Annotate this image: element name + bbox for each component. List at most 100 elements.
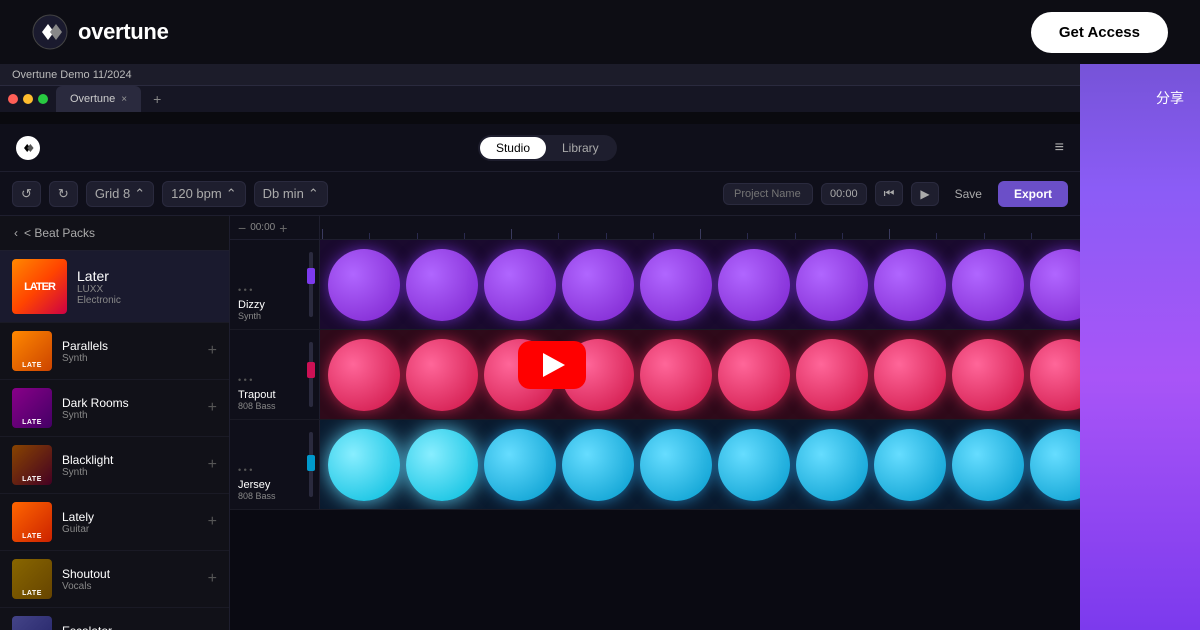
grid-button[interactable]: Grid 8 ⌃ xyxy=(86,181,154,207)
pad[interactable] xyxy=(1030,249,1080,321)
menu-button[interactable]: ≡ xyxy=(1055,139,1064,157)
featured-beat-info: Later LUXX Electronic xyxy=(77,268,217,306)
bpm-arrow: ⌃ xyxy=(226,186,237,202)
pads-container-cyan xyxy=(320,420,1080,509)
pad[interactable] xyxy=(484,249,556,321)
track-fader-dizzy[interactable] xyxy=(309,252,313,317)
list-item[interactable]: LATE Escalator 808 Bass + xyxy=(0,608,229,630)
maximize-dot[interactable] xyxy=(38,94,48,104)
track-fader-jersey[interactable] xyxy=(309,432,313,497)
add-beat-button[interactable]: + xyxy=(208,456,217,474)
logo-text: overtune xyxy=(78,19,169,45)
beat-name: Parallels xyxy=(62,339,198,353)
undo-button[interactable]: ↺ xyxy=(12,181,41,207)
plus-button[interactable]: + xyxy=(279,220,287,236)
beat-name: Blacklight xyxy=(62,453,198,467)
add-beat-button[interactable]: + xyxy=(208,513,217,531)
list-item[interactable]: LATE Parallels Synth + xyxy=(0,323,229,380)
pad[interactable] xyxy=(874,429,946,501)
beat-genre: Vocals xyxy=(62,581,198,592)
track-name-dizzy: Dizzy xyxy=(238,299,311,311)
pad[interactable] xyxy=(640,249,712,321)
list-item[interactable]: LATE Dark Rooms Synth + xyxy=(0,380,229,437)
track-type-dizzy: Synth xyxy=(238,311,311,321)
pad[interactable] xyxy=(952,339,1024,411)
pad[interactable] xyxy=(484,429,556,501)
tick xyxy=(936,233,983,239)
studio-tab[interactable]: Studio xyxy=(480,137,546,159)
pad[interactable] xyxy=(406,429,478,501)
beat-name: Lately xyxy=(62,510,198,524)
play-triangle-icon xyxy=(543,353,565,377)
logo-area: overtune xyxy=(32,14,169,50)
add-beat-button[interactable]: + xyxy=(208,399,217,417)
track-fader-trapout[interactable] xyxy=(309,342,313,407)
library-tab[interactable]: Library xyxy=(546,137,615,159)
export-button[interactable]: Export xyxy=(998,181,1068,207)
key-button[interactable]: Db min ⌃ xyxy=(254,181,328,207)
youtube-play-button[interactable] xyxy=(518,341,586,389)
pad[interactable] xyxy=(640,429,712,501)
close-dot[interactable] xyxy=(8,94,18,104)
minus-button[interactable]: − xyxy=(238,220,246,236)
pad[interactable] xyxy=(796,249,868,321)
pad[interactable] xyxy=(718,429,790,501)
pad[interactable] xyxy=(718,249,790,321)
project-name-input[interactable] xyxy=(723,183,813,205)
pad[interactable] xyxy=(406,249,478,321)
beat-genre: Synth xyxy=(62,410,198,421)
pad[interactable] xyxy=(952,249,1024,321)
pad[interactable] xyxy=(874,249,946,321)
beat-thumb: LATE xyxy=(12,502,52,542)
new-tab-button[interactable]: + xyxy=(149,91,165,107)
navbar: overtune Get Access xyxy=(0,0,1200,64)
list-item[interactable]: LATE Shoutout Vocals + xyxy=(0,551,229,608)
app-logo-icon xyxy=(16,136,40,160)
beat-packs-label: < Beat Packs xyxy=(24,226,95,240)
add-beat-button[interactable]: + xyxy=(208,570,217,588)
list-item[interactable]: LATE Lately Guitar + xyxy=(0,494,229,551)
pad[interactable] xyxy=(796,429,868,501)
redo-button[interactable]: ↻ xyxy=(49,181,78,207)
track-name-jersey: Jersey xyxy=(238,479,311,491)
pad[interactable] xyxy=(562,429,634,501)
pad[interactable] xyxy=(1030,429,1080,501)
fader-handle[interactable] xyxy=(307,268,315,284)
play-button[interactable]: ▶ xyxy=(911,182,938,206)
tick xyxy=(653,233,700,239)
app-header: Studio Library ≡ xyxy=(0,124,1080,172)
rewind-button[interactable]: ⏮ xyxy=(875,181,904,206)
tab-close-button[interactable]: × xyxy=(121,94,127,105)
traffic-lights xyxy=(8,94,48,104)
pad[interactable] xyxy=(718,339,790,411)
pad[interactable] xyxy=(328,339,400,411)
pad[interactable] xyxy=(328,249,400,321)
pad[interactable] xyxy=(328,429,400,501)
list-item[interactable]: LATE Blacklight Synth + xyxy=(0,437,229,494)
pad[interactable] xyxy=(796,339,868,411)
studio-library-toggle: Studio Library xyxy=(478,135,617,161)
grid-label: Grid 8 xyxy=(95,186,130,201)
browser-bar: Overtune Demo 11/2024 xyxy=(0,64,1080,86)
track-options-icon: • • • xyxy=(238,375,311,385)
get-access-button[interactable]: Get Access xyxy=(1031,12,1168,53)
browser-tab[interactable]: Overtune × xyxy=(56,86,141,112)
pad[interactable] xyxy=(640,339,712,411)
track-lane-trapout xyxy=(320,330,1080,420)
bpm-button[interactable]: 120 bpm ⌃ xyxy=(162,181,246,207)
pad[interactable] xyxy=(406,339,478,411)
fader-handle[interactable] xyxy=(307,362,315,378)
beat-packs-header[interactable]: ‹ < Beat Packs xyxy=(0,216,229,251)
pad[interactable] xyxy=(562,249,634,321)
pad[interactable] xyxy=(874,339,946,411)
pad[interactable] xyxy=(952,429,1024,501)
main-content: ‹ < Beat Packs LATER Later LUXX Electron… xyxy=(0,216,1080,630)
featured-beat-item[interactable]: LATER Later LUXX Electronic xyxy=(0,251,229,323)
minimize-dot[interactable] xyxy=(23,94,33,104)
track-options-icon: • • • xyxy=(238,285,311,295)
bpm-label: 120 bpm xyxy=(171,186,222,201)
add-beat-button[interactable]: + xyxy=(208,342,217,360)
save-button[interactable]: Save xyxy=(947,183,990,205)
pad[interactable] xyxy=(1030,339,1080,411)
fader-handle[interactable] xyxy=(307,455,315,471)
